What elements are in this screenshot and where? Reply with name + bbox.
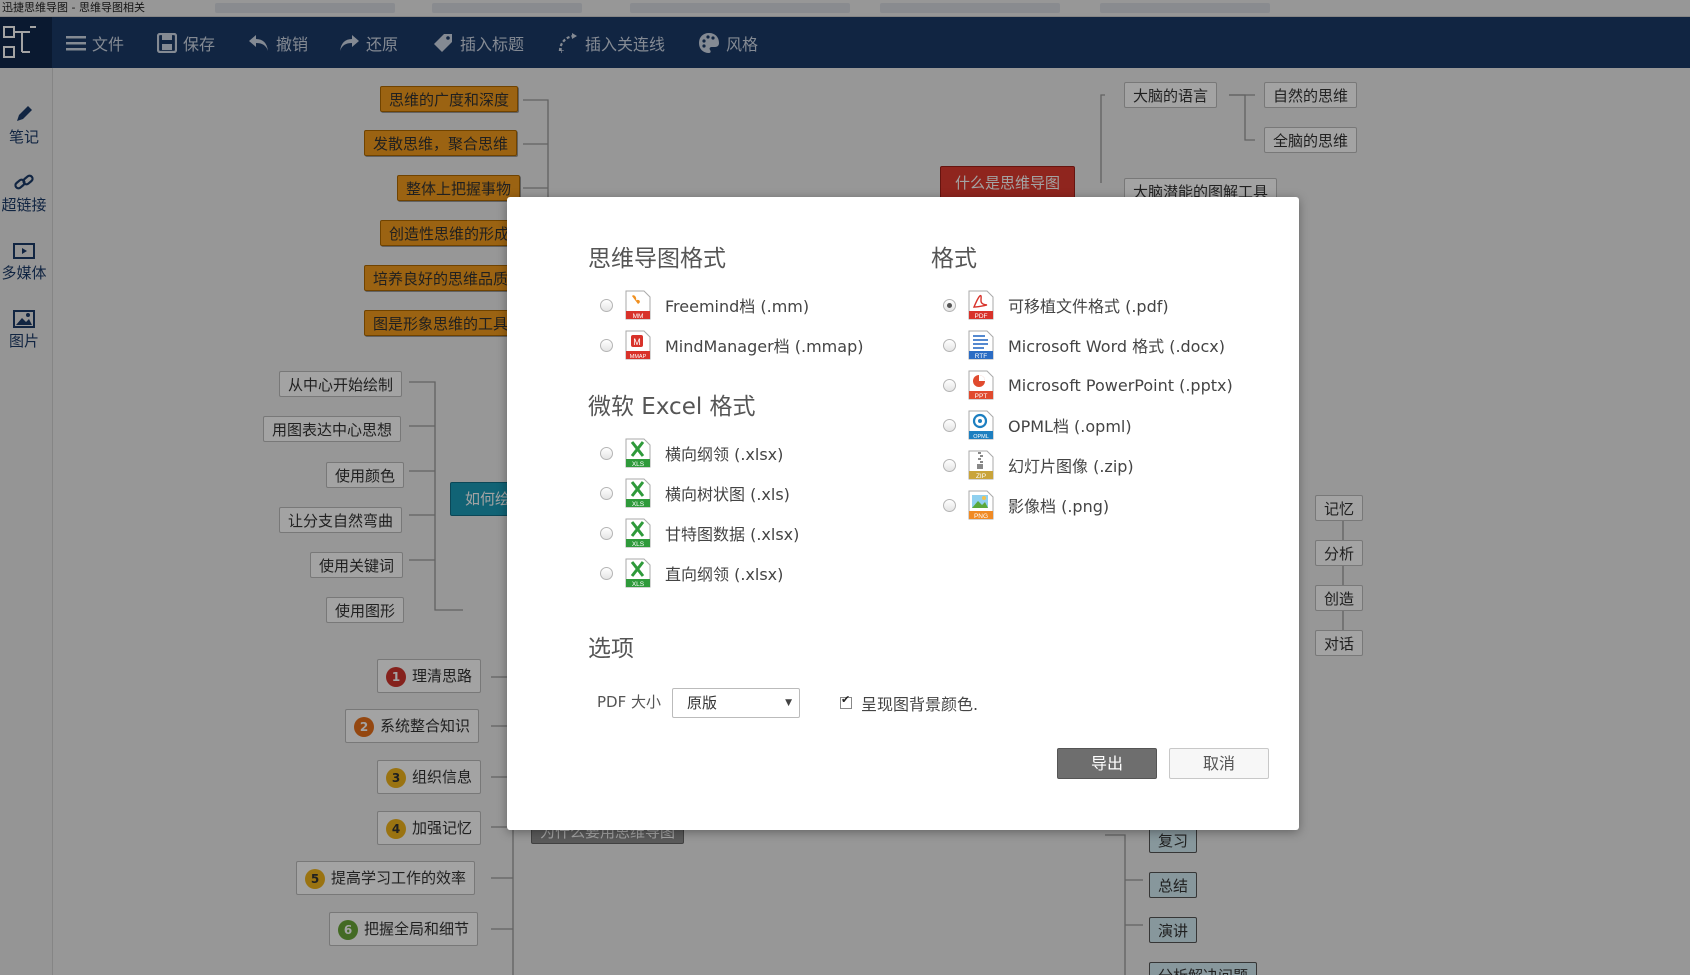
options-title: 选项 [588,636,634,662]
radio-button[interactable] [943,378,956,392]
format-option-pptx[interactable]: PPT Microsoft PowerPoint (.pptx) [943,368,1233,402]
format-option-label: 可移植文件格式 (.pdf) [1008,297,1169,316]
radio-button[interactable] [600,486,613,500]
excel-format-title: 微软 Excel 格式 [588,394,756,420]
format-option-label: 横向纲领 (.xlsx) [665,445,784,464]
file-type-label: PPT [975,393,988,400]
export-button[interactable]: 导出 [1057,748,1157,779]
format-option-label: Microsoft PowerPoint (.pptx) [1008,375,1233,395]
radio-button[interactable] [943,338,956,352]
format-option-label: 横向树状图 (.xls) [665,485,790,504]
format-option-pdf[interactable]: PDF 可移植文件格式 (.pdf) [943,288,1169,322]
file-type-label: XLS [632,501,645,508]
file-type-label: MMAP [630,354,647,360]
radio-button[interactable] [600,298,613,312]
format-option-label: 甘特图数据 (.xlsx) [665,525,800,544]
format-option-label: Freemind档 (.mm) [665,297,810,316]
format-option-gantt[interactable]: XLS 甘特图数据 (.xlsx) [600,516,799,550]
radio-button-selected[interactable] [943,298,956,312]
pdf-size-select[interactable]: 原版 ▼ [672,688,800,718]
format-title: 格式 [931,246,977,272]
format-option-png[interactable]: PNG 影像档 (.png) [943,488,1109,522]
svg-text:M: M [633,337,641,347]
word-file-icon: RTF [968,330,994,360]
radio-button[interactable] [600,446,613,460]
cancel-button[interactable]: 取消 [1169,748,1269,779]
radio-button[interactable] [600,526,613,540]
radio-button[interactable] [600,338,613,352]
file-type-label: PDF [975,313,988,320]
png-file-icon: PNG [968,490,994,520]
format-option-xlsx-vertical[interactable]: XLS 直向纲领 (.xlsx) [600,556,783,590]
format-option-label: 幻灯片图像 (.zip) [1008,457,1134,476]
excel-file-icon: XLS [625,438,651,468]
zip-file-icon: ZIP [968,450,994,480]
format-option-label: 直向纲领 (.xlsx) [665,565,784,584]
pdf-size-value: 原版 [687,694,718,712]
file-type-label: XLS [632,541,645,548]
bg-color-option[interactable]: 呈现图背景颜色. [840,691,978,715]
format-option-zip[interactable]: ZIP 幻灯片图像 (.zip) [943,448,1134,482]
file-type-label: MM [633,313,644,320]
format-option-label: OPML档 (.opml) [1008,417,1132,436]
format-option-xls-tree[interactable]: XLS 横向树状图 (.xls) [600,476,790,510]
export-dialog: 思维导图格式 MM Freemind档 (.mm) M MMAP MindMana… [507,197,1299,830]
file-type-label: PNG [974,513,988,520]
radio-button[interactable] [600,566,613,580]
format-option-docx[interactable]: RTF Microsoft Word 格式 (.docx) [943,328,1225,362]
excel-file-icon: XLS [625,518,651,548]
format-option-opml[interactable]: OPML OPML档 (.opml) [943,408,1132,442]
opml-file-icon: OPML [968,410,994,440]
radio-button[interactable] [943,458,956,472]
mindmap-format-title: 思维导图格式 [588,246,726,272]
format-option-mm[interactable]: MM Freemind档 (.mm) [600,288,809,322]
bg-color-label: 呈现图背景颜色. [861,695,979,714]
mindmanager-file-icon: M MMAP [625,330,651,360]
excel-file-icon: XLS [625,478,651,508]
pdf-size-label: PDF 大小 [597,693,661,711]
radio-button[interactable] [943,498,956,512]
excel-file-icon: XLS [625,558,651,588]
format-option-label: Microsoft Word 格式 (.docx) [1008,337,1225,356]
pdf-file-icon: PDF [968,290,994,320]
format-option-label: MindManager档 (.mmap) [665,337,864,356]
format-option-xlsx-outline[interactable]: XLS 横向纲领 (.xlsx) [600,436,783,470]
file-type-label: ZIP [976,473,986,480]
file-type-label: RTF [975,353,988,360]
file-type-label: XLS [632,581,645,588]
dropdown-arrow-icon: ▼ [785,698,792,708]
format-option-mmap[interactable]: M MMAP MindManager档 (.mmap) [600,328,863,362]
powerpoint-file-icon: PPT [968,370,994,400]
bg-color-checkbox[interactable] [840,693,852,709]
file-type-label: OPML [973,434,989,440]
file-type-label: XLS [632,461,645,468]
freemind-file-icon: MM [625,290,651,320]
radio-button[interactable] [943,418,956,432]
format-option-label: 影像档 (.png) [1008,497,1110,516]
